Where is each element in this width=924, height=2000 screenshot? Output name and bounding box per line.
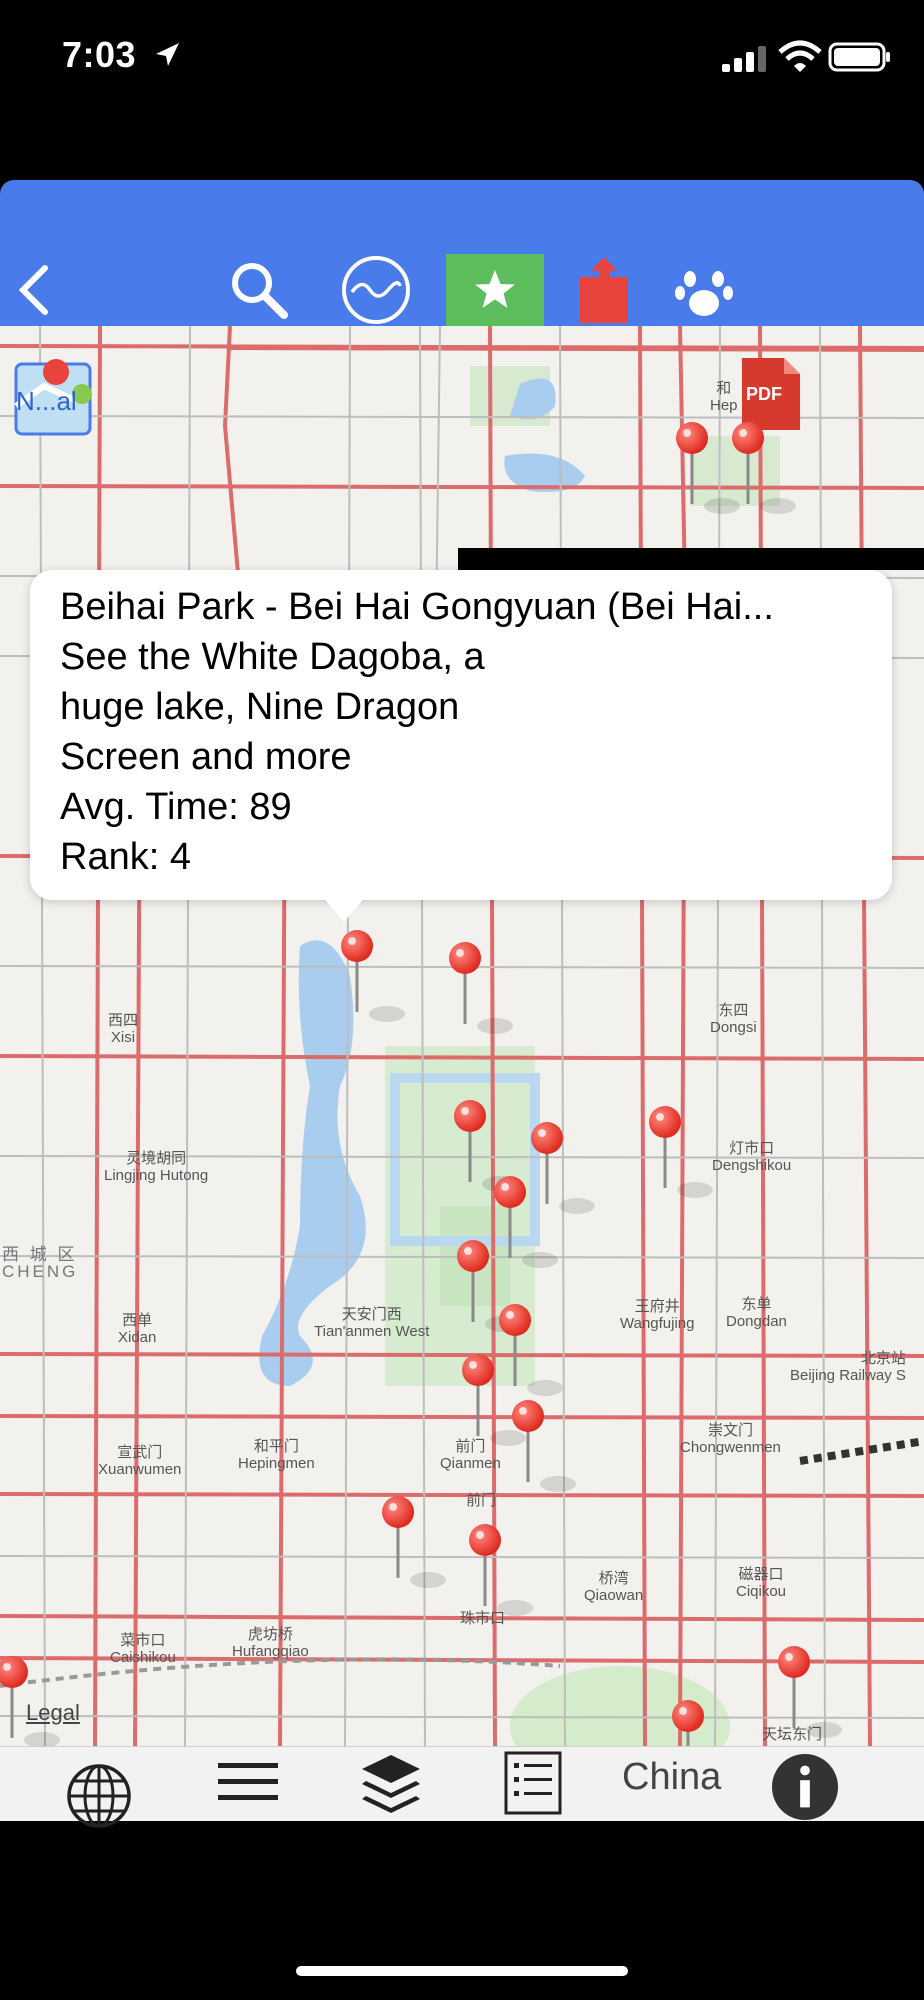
map-label: 宣武门 Xuanwumen: [98, 1444, 182, 1478]
map-label: 灯市口 Dengshikou: [712, 1140, 792, 1174]
callout-description-line: huge lake, Nine Dragon: [60, 686, 460, 728]
map-label: 和平门 Hepingmen: [238, 1438, 315, 1472]
back-button[interactable]: [14, 254, 54, 326]
map-label: 磁器口 Ciqikou: [736, 1566, 787, 1600]
map-label: 和 Hep: [710, 380, 738, 414]
callout-rank: Rank: 4: [60, 836, 191, 878]
info-button[interactable]: [770, 1753, 840, 1821]
map-label: 东单 Dongdan: [726, 1296, 787, 1330]
map-toolbar: [0, 180, 924, 326]
callout-avg-time: Avg. Time: 89: [60, 786, 292, 828]
layers-button[interactable]: [358, 1751, 424, 1817]
map-label: 天坛东门: [762, 1726, 823, 1743]
map-label: 珠市口: [460, 1610, 506, 1627]
map-label: 王府井 Wangfujing: [620, 1298, 695, 1332]
map-label: 西四 Xisi: [108, 1012, 139, 1046]
list-button[interactable]: [504, 1751, 562, 1815]
search-button[interactable]: [226, 254, 292, 326]
map-label: 崇文门 Chongwenmen: [680, 1422, 781, 1456]
callout-description-line: Screen and more: [60, 736, 352, 778]
map-label: 西 城 区 CHENG: [2, 1245, 79, 1281]
globe-button[interactable]: [66, 1763, 132, 1829]
wave-button[interactable]: [336, 254, 416, 326]
callout-tail: [322, 896, 366, 922]
map-label: 北京站 Beijing Railway S: [790, 1350, 906, 1384]
paw-icon: [675, 271, 733, 316]
signal-icon: [722, 46, 766, 72]
map-label: 前门: [466, 1492, 497, 1509]
wave-icon: [342, 256, 410, 324]
map-label: 桥湾 Qiaowan: [584, 1570, 644, 1604]
share-icon: [580, 257, 628, 323]
menu-icon: [218, 1763, 278, 1800]
callout-title: Beihai Park - Bei Hai Gongyuan (Bei Hai.…: [60, 586, 774, 628]
bottom-toolbar: [0, 1746, 924, 1828]
share-button[interactable]: [574, 254, 634, 326]
pdf-button[interactable]: PDF: [738, 354, 802, 434]
map-overlay-button[interactable]: N...al: [14, 356, 94, 436]
map-label: 东四 Dongsi: [710, 1002, 757, 1036]
battery-icon: [828, 42, 890, 72]
list-icon: [504, 1751, 562, 1815]
map-label: 西单 Xidan: [118, 1312, 157, 1346]
map-overlay-badge-text: N...al: [16, 386, 77, 416]
globe-icon: [67, 1764, 131, 1828]
place-callout[interactable]: Beihai Park - Bei Hai Gongyuan (Bei Hai.…: [30, 570, 892, 900]
search-icon: [232, 263, 288, 319]
map-label: 虎坊桥 Hufangqiao: [232, 1626, 309, 1660]
location-arrow-icon: [156, 43, 179, 66]
region-selector[interactable]: China: [622, 1756, 721, 1799]
pdf-label: PDF: [746, 384, 782, 404]
info-icon: [771, 1753, 839, 1821]
callout-description-line: See the White Dagoba, a: [60, 636, 485, 678]
home-indicator: [296, 1966, 628, 1976]
star-icon: [475, 270, 515, 308]
chevron-left-icon: [18, 265, 48, 315]
menu-button[interactable]: [216, 1757, 280, 1807]
map-label: 天安门西 Tian'anmen West: [314, 1306, 430, 1340]
wifi-icon: [778, 40, 822, 72]
map-label: 灵境胡同 Lingjing Hutong: [104, 1150, 209, 1184]
layers-icon: [362, 1755, 420, 1813]
map-view[interactable]: 西四 Xisi 东四 Dongsi 灵境胡同 Lingjing Hutong 灯市口 D…: [0, 326, 924, 1746]
paw-button[interactable]: [670, 254, 738, 326]
map-base: [0, 326, 924, 1746]
map-label: 前门 Qianmen: [440, 1438, 501, 1472]
legal-link[interactable]: Legal: [26, 1700, 80, 1726]
map-label: 菜市口 Caishikou: [110, 1632, 176, 1666]
status-time: 7:03: [62, 34, 137, 75]
favorites-button[interactable]: [446, 254, 544, 326]
